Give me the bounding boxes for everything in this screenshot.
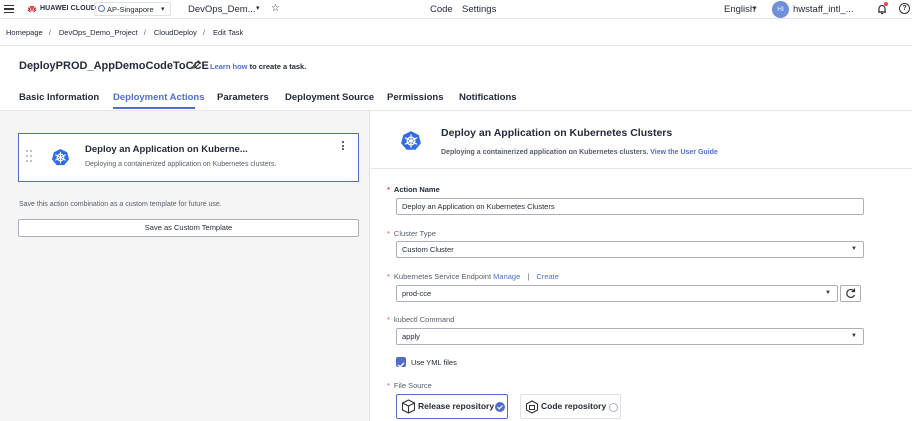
nav-settings[interactable]: Settings xyxy=(462,4,496,15)
action-name-label: * Action Name xyxy=(387,185,440,194)
tab-parameters[interactable]: Parameters xyxy=(217,92,269,103)
save-as-custom-template-button[interactable]: Save as Custom Template xyxy=(18,219,359,237)
repo-icon xyxy=(525,400,539,414)
release-repository-option[interactable]: Release repository xyxy=(396,394,508,419)
brand-name: HUAWEI CLOUD xyxy=(40,4,97,12)
radio-unselected-icon xyxy=(609,403,618,412)
action-name-input[interactable]: Deploy an Application on Kubernetes Clus… xyxy=(396,198,864,215)
pencil-icon[interactable] xyxy=(191,59,202,70)
menu-icon[interactable] xyxy=(4,5,14,13)
breadcrumb-edit-task: Edit Task xyxy=(213,28,244,37)
action-detail-desc-text: Deploying a containerized application on… xyxy=(441,149,651,156)
use-yml-label[interactable]: Use YML files xyxy=(411,358,457,367)
action-card-title: Deploy an Application on Kuberne... xyxy=(85,144,248,155)
notification-dot xyxy=(884,2,888,6)
breadcrumb-clouddeploy[interactable]: CloudDeploy xyxy=(154,28,197,37)
kubectl-command-label: * kubectl Command xyxy=(387,315,455,324)
top-navigation-bar: HUAWEI CLOUD AP-Singapore ▾ DevOps_Dem..… xyxy=(0,0,912,19)
region-selector[interactable]: AP-Singapore ▾ xyxy=(94,2,171,16)
release-repository-label: Release repository xyxy=(418,401,495,411)
save-template-hint: Save this action combination as a custom… xyxy=(19,201,222,208)
location-pin-icon xyxy=(98,5,105,12)
tab-notifications[interactable]: Notifications xyxy=(459,92,517,103)
kubernetes-icon xyxy=(401,131,421,150)
action-card[interactable]: Deploy an Application on Kuberne... Depl… xyxy=(18,133,359,182)
endpoint-select[interactable]: prod-cce ▼ xyxy=(396,285,838,302)
tab-deployment-source[interactable]: Deployment Source xyxy=(285,92,374,103)
dropdown-arrow-icon: ▼ xyxy=(851,246,857,252)
file-source-label: * File Source xyxy=(387,381,432,390)
page-title: DeployPROD_AppDemoCodeToCCE xyxy=(19,60,209,72)
check-circle-icon xyxy=(495,402,505,412)
region-label: AP-Singapore xyxy=(107,5,154,14)
huawei-logo-icon[interactable] xyxy=(27,4,37,14)
action-card-description: Deploying a containerized application on… xyxy=(85,161,277,168)
dropdown-arrow-icon: ▼ xyxy=(851,333,857,339)
manage-link[interactable]: Manage xyxy=(493,272,520,281)
divider xyxy=(371,168,912,169)
user-guide-link[interactable]: View the User Guide xyxy=(650,149,718,156)
divider xyxy=(0,45,912,46)
learn-hint: Learn how to create a task. xyxy=(210,62,306,71)
refresh-icon xyxy=(846,288,856,299)
cluster-type-label: * Cluster Type xyxy=(387,229,436,238)
tab-basic-information[interactable]: Basic Information xyxy=(19,92,99,103)
endpoint-label: * Kubernetes Service Endpoint Manage | Cr… xyxy=(387,272,559,281)
kubectl-command-select[interactable]: apply ▼ xyxy=(396,328,864,345)
username-menu[interactable]: hwstaff_intl_... xyxy=(793,4,854,15)
refresh-button[interactable] xyxy=(840,285,861,302)
create-link[interactable]: Create xyxy=(536,272,559,281)
active-tab-indicator xyxy=(113,107,195,109)
chevron-down-icon[interactable]: ▾ xyxy=(256,4,260,12)
tab-permissions[interactable]: Permissions xyxy=(387,92,444,103)
dropdown-arrow-icon: ▼ xyxy=(825,290,831,296)
breadcrumb: Homepage / DevOps_Demo_Project / CloudDepl… xyxy=(6,28,244,37)
language-selector[interactable]: English xyxy=(724,4,755,15)
nav-code[interactable]: Code xyxy=(430,4,453,15)
tab-deployment-actions[interactable]: Deployment Actions xyxy=(113,92,205,103)
drag-handle-icon[interactable] xyxy=(26,150,32,166)
action-detail-description: Deploying a containerized application on… xyxy=(441,149,718,156)
project-selector[interactable]: DevOps_Dem... xyxy=(188,4,256,15)
breadcrumb-homepage[interactable]: Homepage xyxy=(6,28,43,37)
code-repository-option[interactable]: Code repository xyxy=(520,394,621,419)
use-yml-checkbox[interactable] xyxy=(396,357,406,368)
package-icon xyxy=(401,399,416,414)
learn-suffix: to create a task. xyxy=(247,62,307,71)
chevron-down-icon: ▾ xyxy=(161,6,165,13)
code-repository-label: Code repository xyxy=(541,401,607,411)
breadcrumb-project[interactable]: DevOps_Demo_Project xyxy=(59,28,138,37)
cluster-type-select[interactable]: Custom Cluster ▼ xyxy=(396,241,864,258)
more-vertical-icon[interactable] xyxy=(342,141,346,153)
avatar[interactable]: HI xyxy=(772,1,789,18)
star-icon[interactable]: ☆ xyxy=(271,3,280,14)
help-icon[interactable]: ? xyxy=(899,3,910,14)
chevron-down-icon[interactable]: ▾ xyxy=(753,4,757,12)
learn-how-link[interactable]: Learn how xyxy=(210,62,248,71)
action-detail-title: Deploy an Application on Kubernetes Clus… xyxy=(441,127,673,139)
checkbox-icon xyxy=(397,362,405,368)
kubernetes-icon xyxy=(51,148,70,166)
